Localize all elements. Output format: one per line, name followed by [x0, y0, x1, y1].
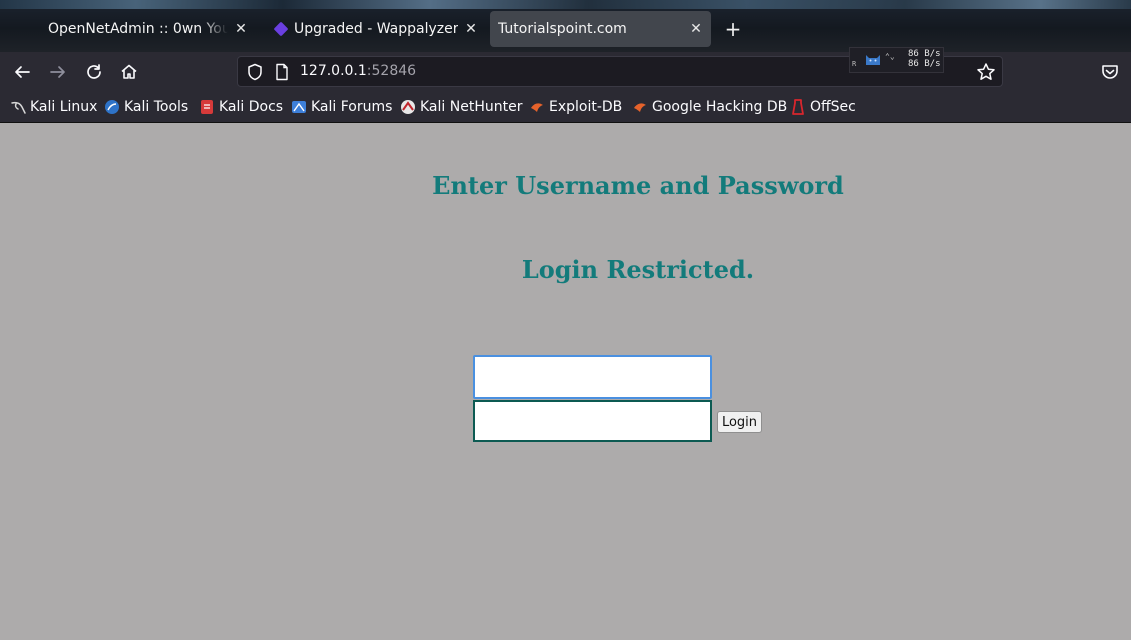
cat-icon: [866, 55, 880, 65]
bookmark-label: Kali NetHunter: [420, 99, 523, 115]
url-host: 127.0.0.1: [300, 63, 367, 79]
ghdb-icon: [634, 103, 646, 112]
tab-title: Tutorialspoint.com: [498, 21, 627, 37]
reload-icon: [87, 64, 101, 79]
reload-button[interactable]: [82, 60, 106, 84]
bookmark-label: Google Hacking DB: [652, 99, 788, 115]
bookmark-exploit-db[interactable]: Exploit-DB: [529, 98, 622, 116]
login-button[interactable]: Login: [717, 411, 762, 433]
username-input[interactable]: [473, 355, 712, 399]
bookmark-label: Kali Docs: [219, 99, 284, 115]
kali-forums-icon: [292, 101, 306, 113]
tab-title: OpenNetAdmin :: 0wn Your Network: [48, 21, 228, 37]
kali-tools-icon: [105, 100, 119, 114]
password-input[interactable]: [473, 400, 712, 442]
tab-tutorialspoint[interactable]: Tutorialspoint.com ✕: [490, 11, 711, 47]
bookmark-google-hacking-db[interactable]: Google Hacking DB: [632, 98, 787, 116]
bookmark-label: Exploit-DB: [549, 99, 623, 115]
url-text[interactable]: 127.0.0.1:52846: [300, 63, 416, 79]
tab-opennetadmin[interactable]: OpenNetAdmin :: 0wn Your Network ✕: [30, 11, 256, 47]
bookmark-label: Kali Forums: [311, 99, 393, 115]
page-heading: Enter Username and Password: [432, 171, 844, 200]
login-status-message: Login Restricted.: [521, 255, 755, 284]
page-info-icon[interactable]: [274, 63, 290, 81]
offsec-icon: [792, 99, 804, 115]
forward-button[interactable]: [46, 60, 70, 84]
close-tab-icon[interactable]: ✕: [687, 20, 705, 38]
bookmark-star-icon[interactable]: [976, 62, 996, 82]
new-tab-button[interactable]: +: [722, 18, 744, 40]
tab-strip: OpenNetAdmin :: 0wn Your Network ✕ Upgra…: [0, 0, 1131, 52]
wappalyzer-icon: [273, 21, 289, 37]
navigation-toolbar: 127.0.0.1:52846: [0, 52, 1131, 92]
kali-dragon-icon: [11, 101, 26, 114]
nethunter-icon: [401, 100, 415, 114]
netmon-label: R: [852, 60, 857, 68]
kali-docs-icon: [201, 100, 213, 114]
bookmark-kali-nethunter[interactable]: Kali NetHunter: [400, 98, 522, 116]
exploit-db-icon: [531, 103, 543, 112]
arrow-left-icon: [15, 66, 30, 78]
bookmarks-toolbar: Kali Linux Kali Tools Kali Docs Kali For…: [0, 92, 1131, 123]
tab-wappalyzer[interactable]: Upgraded - Wappalyzer ✕: [264, 11, 486, 47]
pocket-icon[interactable]: [1100, 62, 1120, 82]
tab-title: Upgraded - Wappalyzer: [294, 21, 459, 37]
bookmark-kali-forums[interactable]: Kali Forums: [291, 98, 392, 116]
page-content: Enter Username and Password Login Restri…: [0, 123, 1131, 640]
tracking-shield-icon[interactable]: [246, 63, 264, 81]
back-button[interactable]: [10, 60, 34, 84]
download-rate: 86 B/s: [908, 49, 941, 59]
up-down-arrows-icon: ⌃⌄: [885, 52, 895, 61]
bookmark-offsec[interactable]: OffSec: [790, 98, 856, 116]
bookmark-label: Kali Tools: [124, 99, 189, 115]
upload-rate: 86 B/s: [908, 59, 941, 69]
close-tab-icon[interactable]: ✕: [232, 20, 250, 38]
network-monitor-widget[interactable]: R ⌃⌄ 86 B/s 86 B/s: [849, 47, 944, 73]
bookmark-label: OffSec: [810, 99, 856, 115]
bookmark-label: Kali Linux: [30, 99, 98, 115]
bookmark-kali-docs[interactable]: Kali Docs: [199, 98, 283, 116]
home-icon: [121, 64, 137, 79]
close-tab-icon[interactable]: ✕: [462, 20, 480, 38]
bookmark-kali-linux[interactable]: Kali Linux: [10, 98, 97, 116]
url-port: :52846: [366, 63, 417, 79]
bookmark-kali-tools[interactable]: Kali Tools: [104, 98, 188, 116]
home-button[interactable]: [117, 60, 141, 84]
arrow-right-icon: [50, 66, 65, 78]
